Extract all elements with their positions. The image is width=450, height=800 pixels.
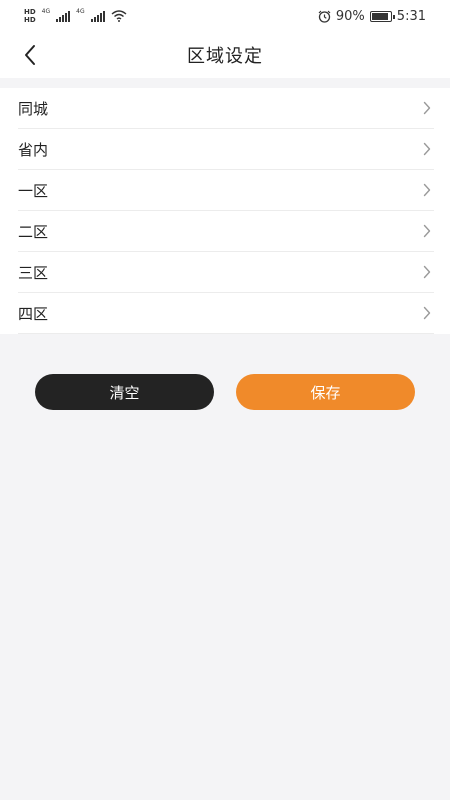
region-item-zone-3[interactable]: 三区 <box>18 252 434 293</box>
chevron-right-icon <box>420 306 434 320</box>
status-right: 90% 5:31 <box>318 9 426 24</box>
hd-label-1: HD <box>24 8 36 16</box>
chevron-right-icon <box>420 101 434 115</box>
network-type-1: 4G <box>41 7 51 15</box>
region-item-tongcheng[interactable]: 同城 <box>18 88 434 129</box>
battery-icon <box>369 10 395 22</box>
back-button[interactable] <box>14 38 46 72</box>
chevron-right-icon <box>420 183 434 197</box>
battery-percent: 90% <box>335 8 365 24</box>
alarm-icon <box>318 10 331 23</box>
signal-icon <box>90 10 105 22</box>
region-label: 同城 <box>18 99 49 118</box>
region-label: 四区 <box>18 304 49 323</box>
region-item-zone-2[interactable]: 二区 <box>18 211 434 252</box>
battery-level-fill <box>371 12 388 20</box>
wifi-icon <box>111 10 127 22</box>
network-type-2: 4G <box>76 7 85 15</box>
clear-button[interactable]: 清空 <box>35 374 214 410</box>
region-item-zone-1[interactable]: 一区 <box>18 170 434 211</box>
hd-label-2: HD <box>24 16 36 24</box>
chevron-right-icon <box>420 265 434 279</box>
page-title: 区域设定 <box>187 46 263 67</box>
hd-indicator: HD HD <box>24 8 36 24</box>
region-label: 二区 <box>18 222 49 241</box>
status-left: HD HD 4G 4G <box>24 8 127 24</box>
region-label: 一区 <box>18 181 49 200</box>
region-label: 三区 <box>18 263 49 282</box>
region-item-zone-4[interactable]: 四区 <box>18 293 434 334</box>
region-label: 省内 <box>18 140 49 159</box>
chevron-right-icon <box>420 142 434 156</box>
action-buttons: 清空 保存 <box>0 374 450 410</box>
save-button[interactable]: 保存 <box>236 374 415 410</box>
region-item-shengnei[interactable]: 省内 <box>18 129 434 170</box>
chevron-right-icon <box>420 224 434 238</box>
status-time: 5:31 <box>396 8 426 24</box>
chevron-left-icon <box>25 45 35 65</box>
status-bar: HD HD 4G 4G 90% 5:31 <box>0 0 450 32</box>
signal-icon <box>56 10 71 22</box>
region-list: 同城 省内 一区 二区 三区 四区 <box>0 88 450 334</box>
nav-bar: 区域设定 <box>0 32 450 78</box>
